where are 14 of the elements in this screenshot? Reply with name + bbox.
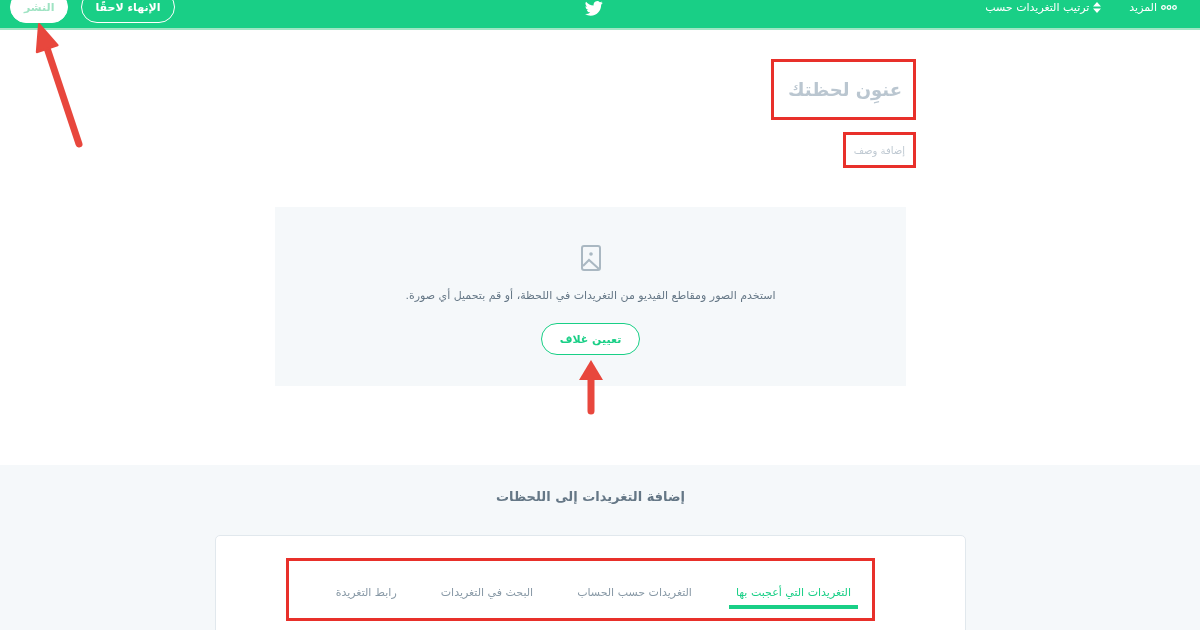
tab[interactable]: التغريدات حسب الحساب <box>570 561 699 609</box>
description-field[interactable]: إضافة وصف <box>842 132 916 168</box>
bird-icon <box>584 0 603 16</box>
image-icon <box>580 245 601 271</box>
title-field[interactable]: عنوِن لحظتك <box>771 59 916 120</box>
tab[interactable]: البحث في التغريدات <box>433 561 541 609</box>
section-heading: إضافة التغريدات إلى اللحظات <box>495 489 686 505</box>
sort-caret-icon <box>1093 1 1102 13</box>
cover-hint-text: استخدم الصور ومقاطع الفيديو من التغريدات في اللحظة، أو قم بتحميل أي صورة. <box>405 288 776 304</box>
tab[interactable]: رابط التغريدة <box>328 561 404 609</box>
sort-button[interactable]: ترتيب التغريدات حسب <box>985 0 1102 14</box>
tab[interactable]: التغريدات التي أعجبت بها <box>728 561 858 609</box>
more-dots-icon <box>1161 4 1177 10</box>
more-button[interactable]: المزيد <box>1129 0 1177 14</box>
